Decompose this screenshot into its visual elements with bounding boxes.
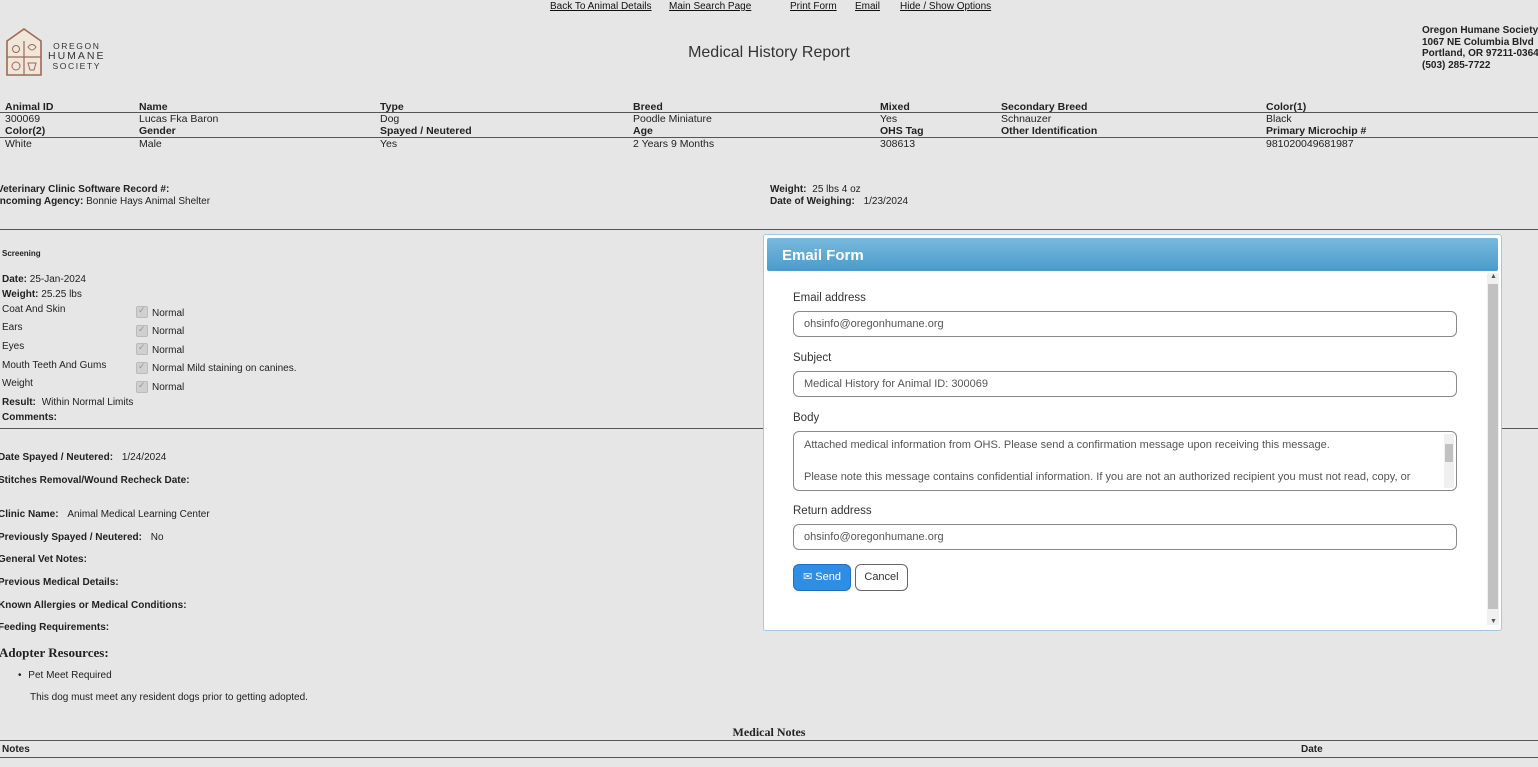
normal-checkbox[interactable] bbox=[136, 342, 148, 355]
feeding-label: Feeding Requirements: bbox=[0, 622, 110, 633]
screening-item-name: Ears bbox=[2, 322, 23, 333]
list-item: • Pet Meet Required bbox=[18, 670, 112, 681]
body-label: Body bbox=[793, 412, 820, 424]
body-textarea[interactable]: Attached medical information from OHS. P… bbox=[793, 431, 1457, 491]
screening-item-name: Mouth Teeth And Gums bbox=[2, 360, 107, 371]
value-animal-id: 300069 bbox=[5, 113, 41, 125]
spay-date-row: Date Spayed / Neutered: 1/24/2024 bbox=[0, 452, 167, 463]
medical-notes-heading: Medical Notes bbox=[732, 725, 806, 739]
normal-checkbox[interactable] bbox=[136, 361, 148, 374]
email-address-input[interactable] bbox=[793, 311, 1457, 337]
send-button[interactable]: ✉ Send bbox=[793, 564, 851, 591]
screening-date: Date: 25-Jan-2024 bbox=[2, 274, 86, 285]
stitches-label: Stitches Removal/Wound Recheck Date: bbox=[0, 475, 190, 486]
value-secondary-breed: Schnauzer bbox=[1001, 113, 1052, 125]
screening-item-name: Weight bbox=[2, 378, 33, 389]
header-color2: Color(2) bbox=[5, 125, 46, 137]
hide-show-options-link[interactable]: Hide / Show Options bbox=[900, 1, 991, 12]
divider bbox=[0, 112, 1538, 113]
email-form-header: Email Form bbox=[767, 238, 1498, 271]
page-title: Medical History Report bbox=[688, 44, 850, 61]
scrollbar-thumb[interactable] bbox=[1488, 284, 1498, 609]
divider bbox=[0, 740, 1538, 741]
body-scrollbar[interactable] bbox=[1444, 434, 1454, 488]
screening-item-name: Eyes bbox=[2, 341, 25, 352]
value-color1: Black bbox=[1266, 113, 1292, 125]
prev-spay-row: Previously Spayed / Neutered: No bbox=[0, 532, 164, 543]
email-form-title: Email Form bbox=[782, 247, 864, 264]
email-link[interactable]: Email bbox=[855, 1, 880, 12]
divider bbox=[0, 229, 1538, 230]
subject-label: Subject bbox=[793, 352, 832, 364]
value-spayed: Yes bbox=[380, 138, 398, 150]
bullet-icon: • bbox=[18, 670, 22, 681]
value-name: Lucas Fka Baron bbox=[139, 113, 219, 125]
prev-medical-label: Previous Medical Details: bbox=[0, 577, 119, 588]
back-to-animal-details-link[interactable]: Back To Animal Details bbox=[550, 1, 652, 12]
cancel-button[interactable]: Cancel bbox=[855, 564, 908, 591]
value-type: Dog bbox=[380, 113, 400, 125]
screening-item-note: Mild staining on canines. bbox=[187, 363, 297, 374]
return-address-label: Return address bbox=[793, 505, 872, 517]
adopter-note: This dog must meet any resident dogs pri… bbox=[30, 692, 308, 703]
value-microchip: 981020049681987 bbox=[1266, 138, 1354, 150]
divider bbox=[0, 757, 1538, 758]
header-age: Age bbox=[633, 125, 653, 137]
allergies-label: Known Allergies or Medical Conditions: bbox=[0, 600, 187, 611]
value-ohs-tag: 308613 bbox=[880, 138, 916, 150]
screening-weight: Weight: 25.25 lbs bbox=[2, 289, 82, 300]
scroll-up-icon[interactable]: ▲ bbox=[1490, 273, 1497, 280]
screening-comments: Comments: bbox=[2, 412, 58, 423]
value-breed: Poodle Miniature bbox=[633, 113, 712, 125]
normal-checkbox[interactable] bbox=[136, 324, 148, 337]
date-column-header: Date bbox=[1301, 744, 1323, 755]
clinic-row: Clinic Name: Animal Medical Learning Cen… bbox=[0, 509, 210, 520]
value-color2: White bbox=[5, 138, 32, 150]
email-form-dialog: Email Form Email address Subject Body At… bbox=[763, 234, 1502, 631]
value-age: 2 Years 9 Months bbox=[633, 138, 715, 150]
header-microchip: Primary Microchip # bbox=[1266, 125, 1367, 137]
incoming-agency-row: Incoming Agency: Bonnie Hays Animal Shel… bbox=[0, 196, 211, 207]
weigh-date-row: Date of Weighing: 1/23/2024 bbox=[770, 196, 909, 207]
screening-item-name: Coat And Skin bbox=[2, 304, 66, 315]
subject-input[interactable] bbox=[793, 371, 1457, 397]
main-search-page-link[interactable]: Main Search Page bbox=[669, 1, 751, 12]
header-other-id: Other Identification bbox=[1001, 125, 1098, 137]
header-gender: Gender bbox=[139, 125, 176, 137]
adopter-heading: Adopter Resources: bbox=[0, 645, 109, 660]
vet-notes-label: General Vet Notes: bbox=[0, 554, 87, 565]
scroll-down-icon[interactable]: ▼ bbox=[1490, 618, 1497, 625]
value-gender: Male bbox=[139, 138, 162, 150]
screening-item-status: Normal Mild staining on canines. bbox=[152, 363, 297, 374]
screening-item-status: Normal bbox=[152, 326, 185, 337]
screening-item-status: Normal bbox=[152, 345, 185, 356]
incoming-agency-value: Bonnie Hays Animal Shelter bbox=[86, 196, 211, 207]
weight-row: Weight: 25 lbs 4 oz bbox=[770, 184, 861, 195]
notes-column-header: Notes bbox=[2, 744, 30, 755]
weigh-date-value: 1/23/2024 bbox=[863, 196, 909, 207]
screening-result: Result: Within Normal Limits bbox=[2, 397, 134, 408]
print-form-link[interactable]: Print Form bbox=[790, 1, 837, 12]
screening-item-status: Normal bbox=[152, 308, 185, 319]
screening-item-status: Normal bbox=[152, 382, 185, 393]
header-spayed: Spayed / Neutered bbox=[380, 125, 472, 137]
vet-record-label: Veterinary Clinic Software Record #: bbox=[0, 184, 170, 195]
screening-heading: Screening bbox=[2, 249, 41, 258]
email-address-label: Email address bbox=[793, 292, 866, 304]
dialog-scrollbar[interactable]: ▲ ▼ bbox=[1487, 273, 1499, 625]
value-mixed: Yes bbox=[880, 113, 898, 125]
org-address: Oregon Humane Society 1067 NE Columbia B… bbox=[1422, 25, 1538, 71]
envelope-icon: ✉ bbox=[803, 571, 813, 583]
weight-value: 25 lbs 4 oz bbox=[812, 184, 861, 195]
header-ohs-tag: OHS Tag bbox=[880, 125, 924, 137]
normal-checkbox[interactable] bbox=[136, 305, 148, 318]
normal-checkbox[interactable] bbox=[136, 380, 148, 393]
return-address-input[interactable] bbox=[793, 524, 1457, 550]
